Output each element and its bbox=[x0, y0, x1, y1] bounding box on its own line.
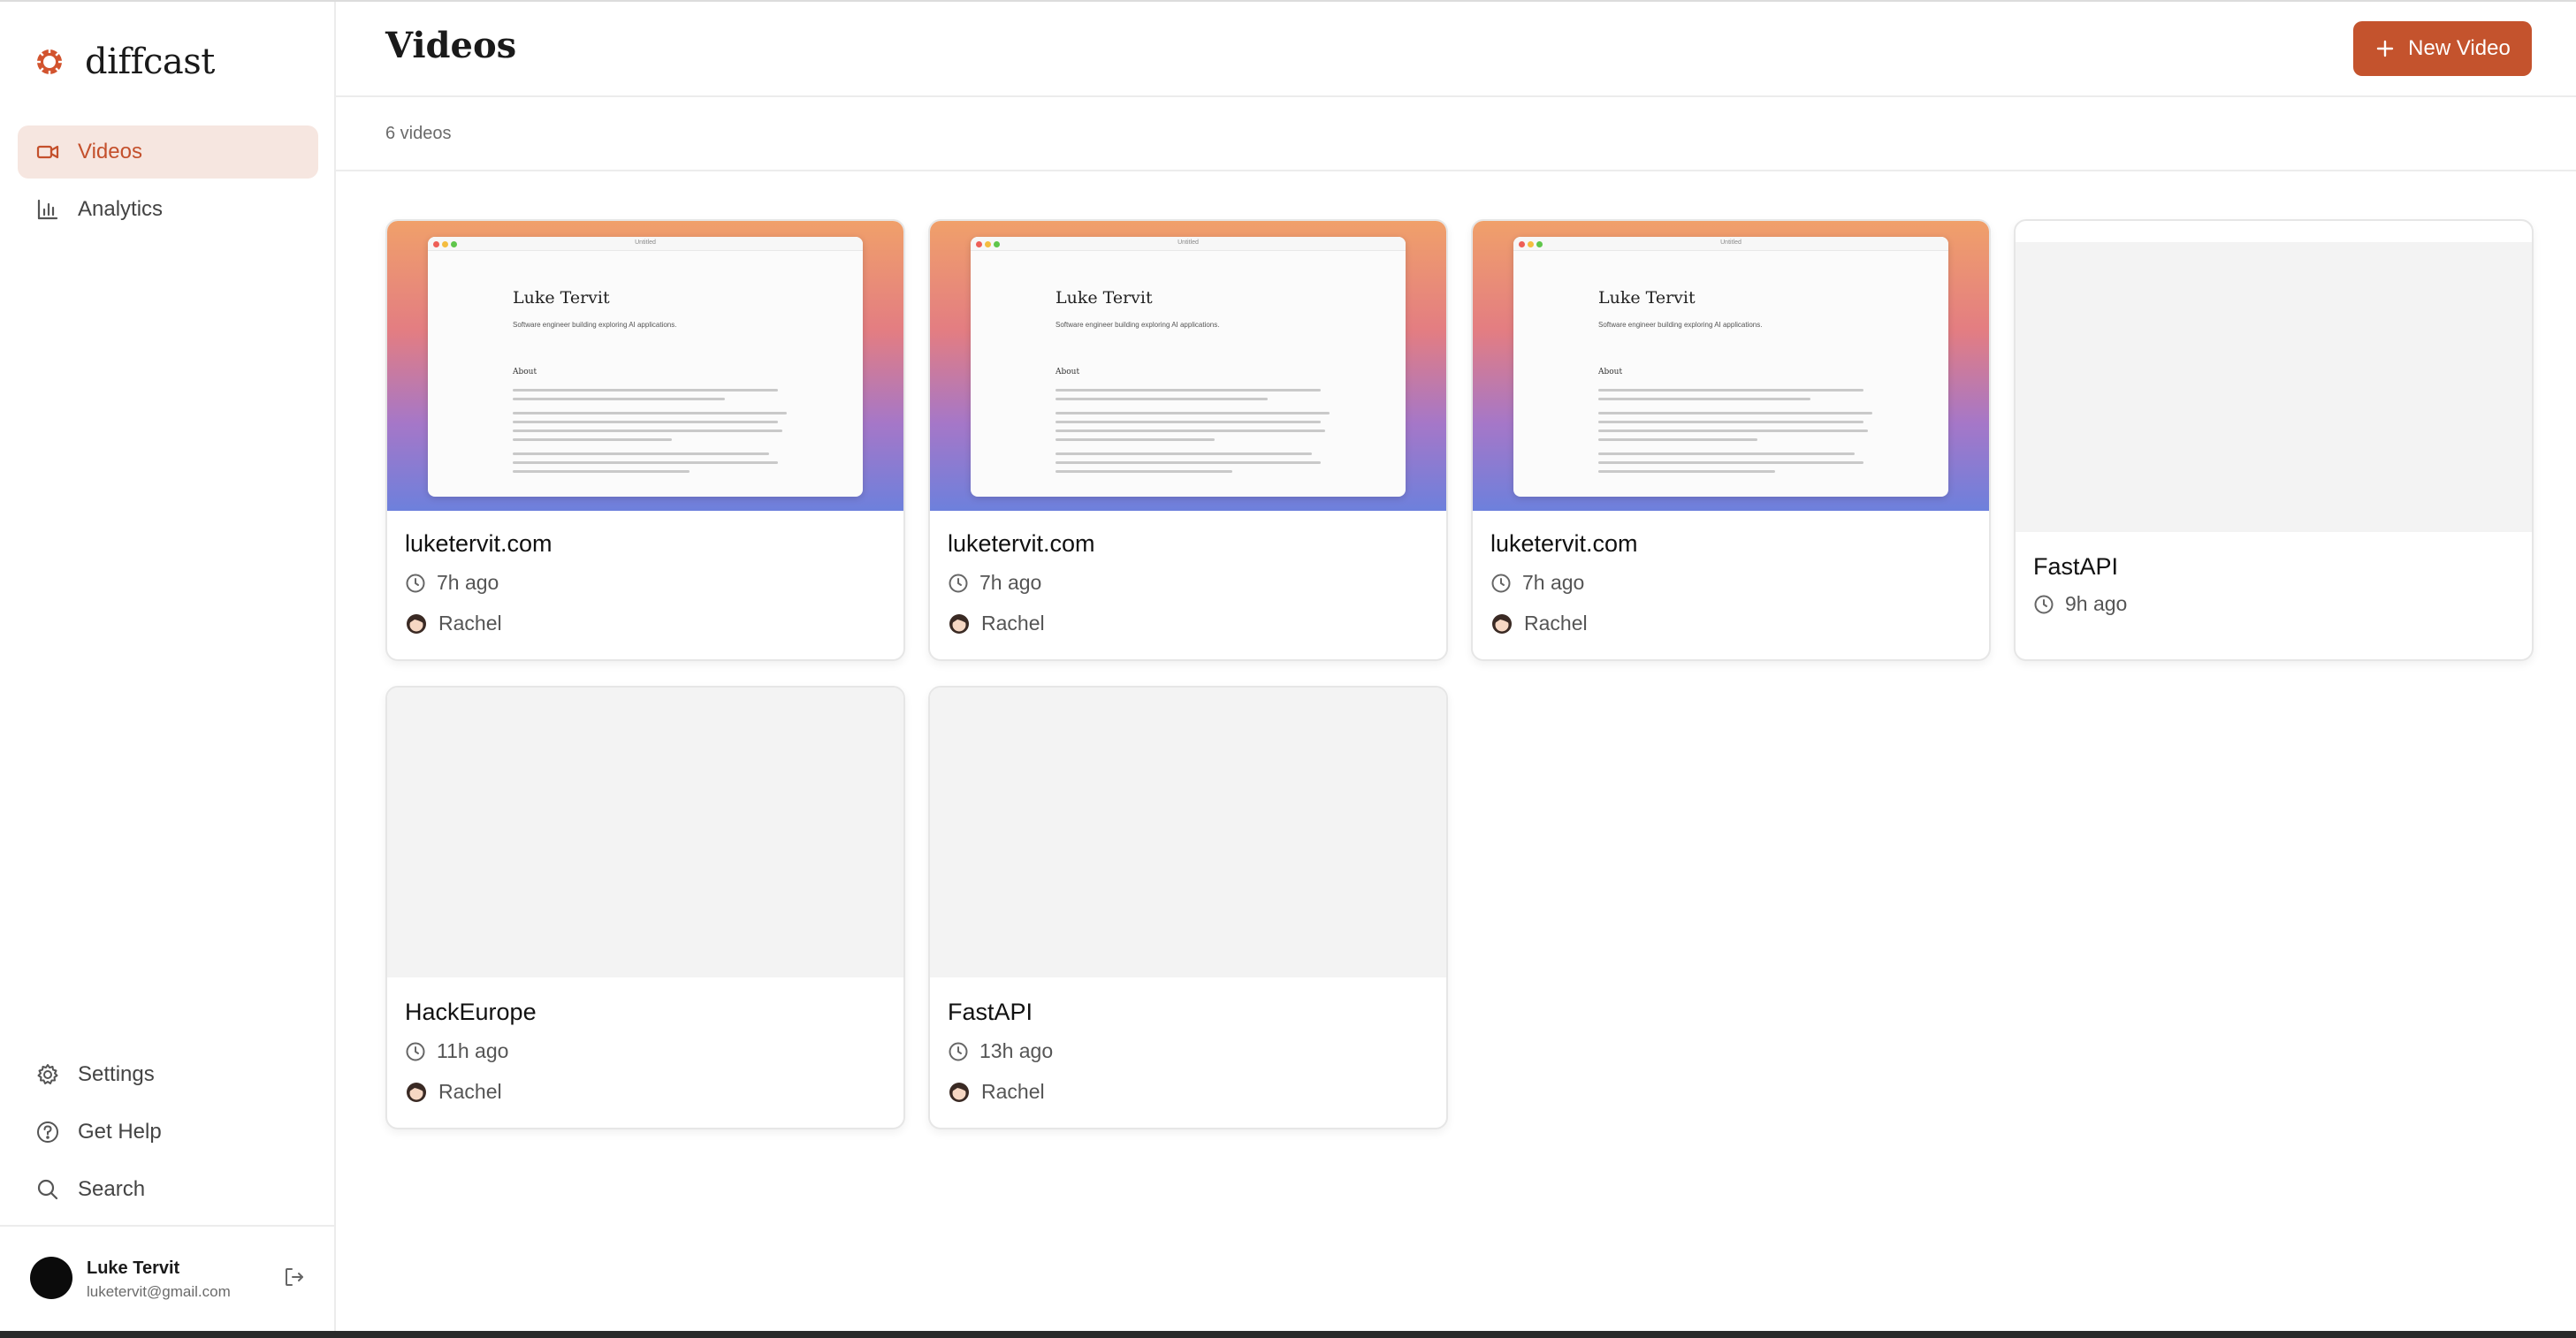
preview-name: Luke Tervit bbox=[1598, 288, 1696, 308]
video-thumbnail-placeholder bbox=[2016, 242, 2532, 532]
video-card[interactable]: Untitled Luke Tervit Software engineer b… bbox=[385, 219, 905, 661]
video-title: FastAPI bbox=[2033, 553, 2119, 580]
video-card[interactable]: Untitled Luke Tervit Software engineer b… bbox=[1471, 219, 1991, 661]
video-time: 7h ago bbox=[1490, 571, 1584, 595]
gear-icon bbox=[37, 1064, 58, 1084]
preview-tab-title: Untitled bbox=[1177, 239, 1199, 246]
avatar-icon bbox=[1492, 613, 1512, 634]
browser-preview: Untitled Luke Tervit Software engineer b… bbox=[428, 237, 863, 497]
clock-icon bbox=[949, 574, 968, 592]
page-title: Videos bbox=[385, 25, 517, 66]
brand-name: diffcast bbox=[85, 42, 215, 82]
plus-icon bbox=[2376, 40, 2394, 57]
avatar-icon bbox=[949, 613, 969, 634]
video-author: Rachel bbox=[405, 1080, 502, 1104]
video-thumbnail: Untitled Luke Tervit Software engineer b… bbox=[387, 221, 903, 511]
video-time: 7h ago bbox=[405, 571, 499, 595]
new-video-label: New Video bbox=[2408, 36, 2511, 60]
logout-icon[interactable] bbox=[281, 1264, 308, 1290]
sidebar-item-label: Get Help bbox=[78, 1120, 162, 1144]
preview-tab-title: Untitled bbox=[1720, 239, 1741, 246]
video-card[interactable]: FastAPI 9h ago bbox=[2014, 219, 2534, 661]
sidebar-item-get-help[interactable]: Get Help bbox=[18, 1106, 318, 1159]
user-profile: Luke Tervit luketervit@gmail.com bbox=[0, 1225, 334, 1331]
author-label: Rachel bbox=[981, 1080, 1045, 1103]
preview-section: About bbox=[1598, 368, 1623, 376]
toolbar: 6 videos bbox=[336, 97, 2576, 171]
video-title: FastAPI bbox=[948, 999, 1033, 1025]
time-label: 7h ago bbox=[979, 571, 1042, 594]
video-time: 9h ago bbox=[2033, 592, 2127, 616]
sidebar-item-videos[interactable]: Videos bbox=[18, 125, 318, 179]
video-time: 7h ago bbox=[948, 571, 1041, 595]
video-card[interactable]: Untitled Luke Tervit Software engineer b… bbox=[928, 219, 1448, 661]
time-label: 9h ago bbox=[2065, 592, 2128, 615]
video-title: luketervit.com bbox=[405, 530, 553, 557]
sidebar: diffcast Videos Analytics Settings Get H… bbox=[0, 2, 336, 1331]
sidebar-item-label: Videos bbox=[78, 140, 142, 163]
sidebar-item-settings[interactable]: Settings bbox=[18, 1048, 318, 1101]
video-time: 13h ago bbox=[948, 1039, 1053, 1063]
avatar-icon bbox=[407, 613, 426, 634]
sidebar-item-label: Search bbox=[78, 1177, 146, 1201]
time-label: 13h ago bbox=[979, 1039, 1054, 1062]
video-thumbnail: Untitled Luke Tervit Software engineer b… bbox=[930, 221, 1446, 511]
video-author: Rachel bbox=[405, 612, 502, 635]
brand[interactable]: diffcast bbox=[34, 37, 215, 87]
preview-tab-title: Untitled bbox=[635, 239, 656, 246]
help-circle-icon bbox=[37, 1121, 58, 1143]
browser-preview: Untitled Luke Tervit Software engineer b… bbox=[1513, 237, 1948, 497]
browser-preview: Untitled Luke Tervit Software engineer b… bbox=[971, 237, 1406, 497]
author-label: Rachel bbox=[438, 612, 502, 635]
video-thumbnail-placeholder bbox=[387, 688, 903, 977]
time-label: 11h ago bbox=[437, 1039, 509, 1062]
new-video-button[interactable]: New Video bbox=[2353, 21, 2532, 76]
video-author: Rachel bbox=[1490, 612, 1588, 635]
sidebar-item-search[interactable]: Search bbox=[18, 1163, 318, 1216]
clock-icon bbox=[406, 574, 425, 592]
sidebar-item-analytics[interactable]: Analytics bbox=[18, 183, 318, 236]
clock-icon bbox=[2034, 595, 2054, 613]
video-thumbnail-placeholder bbox=[930, 688, 1446, 977]
avatar[interactable] bbox=[30, 1257, 72, 1299]
author-label: Rachel bbox=[438, 1080, 502, 1103]
avatar-icon bbox=[949, 1082, 969, 1102]
sidebar-item-label: Settings bbox=[78, 1062, 155, 1086]
author-label: Rachel bbox=[981, 612, 1045, 635]
video-time: 11h ago bbox=[405, 1039, 508, 1063]
video-count: 6 videos bbox=[385, 124, 452, 143]
clock-icon bbox=[1491, 574, 1511, 592]
video-thumbnail: Untitled Luke Tervit Software engineer b… bbox=[1473, 221, 1989, 511]
avatar-icon bbox=[407, 1082, 426, 1102]
video-author: Rachel bbox=[948, 612, 1045, 635]
time-label: 7h ago bbox=[1522, 571, 1585, 594]
diffcast-logo-icon bbox=[35, 48, 64, 76]
video-icon bbox=[36, 145, 59, 159]
bar-chart-icon bbox=[37, 199, 58, 220]
user-email: luketervit@gmail.com bbox=[87, 1283, 231, 1300]
preview-name: Luke Tervit bbox=[513, 288, 610, 308]
video-title: luketervit.com bbox=[1490, 530, 1638, 557]
preview-tagline: Software engineer building exploring AI … bbox=[513, 321, 677, 329]
preview-tagline: Software engineer building exploring AI … bbox=[1056, 321, 1220, 329]
author-label: Rachel bbox=[1524, 612, 1588, 635]
video-title: luketervit.com bbox=[948, 530, 1095, 557]
preview-name: Luke Tervit bbox=[1056, 288, 1153, 308]
preview-section: About bbox=[1056, 368, 1080, 376]
search-icon bbox=[37, 1179, 58, 1200]
video-card[interactable]: FastAPI 13h ago Rachel bbox=[928, 686, 1448, 1129]
time-label: 7h ago bbox=[437, 571, 499, 594]
preview-section: About bbox=[513, 368, 537, 376]
user-name: Luke Tervit bbox=[87, 1258, 180, 1278]
taskbar-edge bbox=[0, 1331, 2576, 1338]
page-header: Videos New Video bbox=[336, 2, 2576, 97]
video-title: HackEurope bbox=[405, 999, 537, 1025]
video-card[interactable]: HackEurope 11h ago Rachel bbox=[385, 686, 905, 1129]
clock-icon bbox=[406, 1042, 425, 1061]
sidebar-item-label: Analytics bbox=[78, 197, 164, 221]
preview-tagline: Software engineer building exploring AI … bbox=[1598, 321, 1763, 329]
video-author: Rachel bbox=[948, 1080, 1045, 1104]
clock-icon bbox=[949, 1042, 968, 1061]
